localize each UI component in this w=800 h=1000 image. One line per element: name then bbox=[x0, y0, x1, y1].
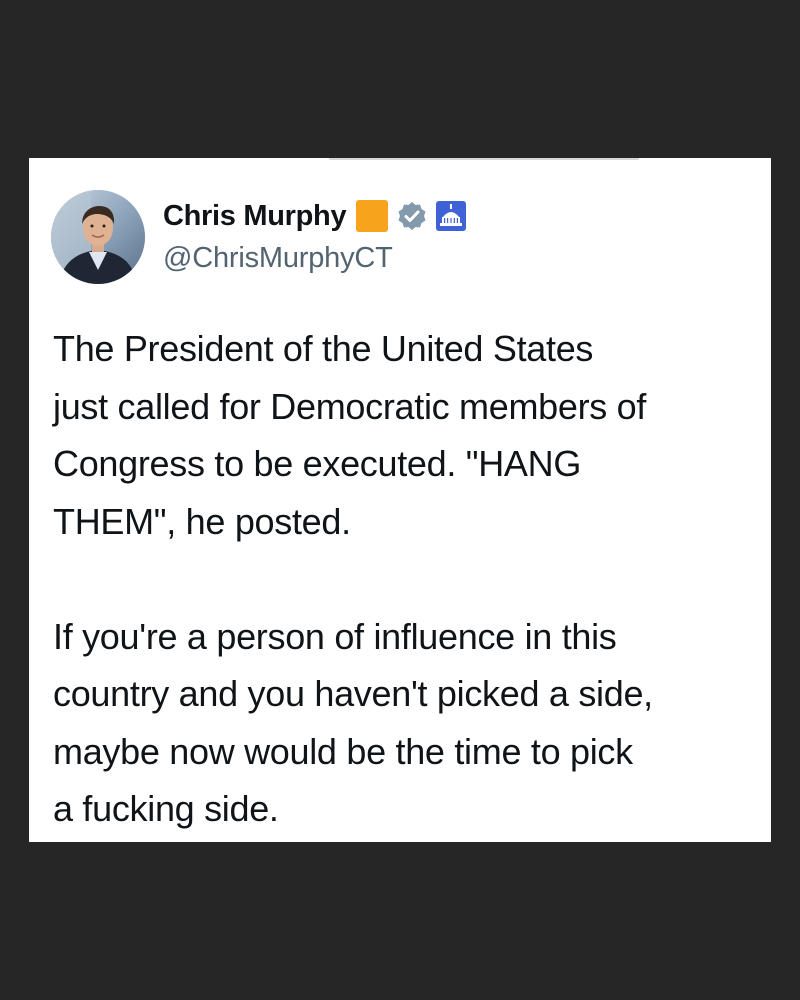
tweet-paragraph-2: If you're a person of influence in this … bbox=[53, 615, 653, 830]
display-name[interactable]: Chris Murphy bbox=[163, 200, 347, 233]
orange-square-badge-icon bbox=[356, 200, 389, 232]
tweet-paragraph-1: The President of the United States just … bbox=[53, 328, 647, 542]
tweet-body: The President of the United States just … bbox=[53, 320, 753, 838]
tweet-header: Chris Murphy @ChrisMurphyCT bbox=[51, 190, 751, 286]
card-top-divider bbox=[329, 158, 639, 160]
user-handle[interactable]: @ChrisMurphyCT bbox=[163, 242, 393, 275]
us-government-capitol-icon bbox=[436, 201, 467, 231]
verified-check-icon[interactable] bbox=[396, 200, 428, 232]
avatar[interactable] bbox=[51, 190, 145, 284]
tweet-card: Chris Murphy @ChrisMurphyCT The Presiden… bbox=[29, 158, 771, 842]
name-row: Chris Murphy bbox=[163, 196, 467, 236]
person-avatar-icon bbox=[51, 190, 145, 284]
